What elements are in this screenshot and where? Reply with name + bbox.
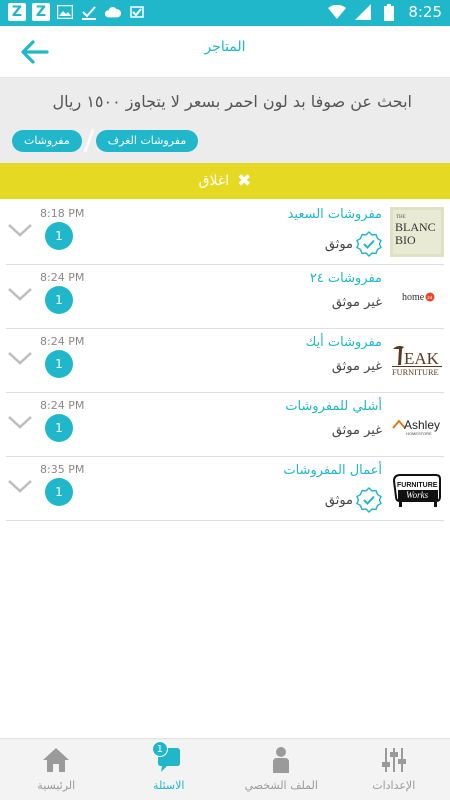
chevron-down-icon[interactable] [8,351,32,365]
status-bar-left-icons: Z Z [8,3,146,21]
store-row[interactable]: 8:35 PM 1 أعمال المفروشات موثق FURNITURE… [6,457,444,521]
svg-text:BLANC: BLANC [395,220,436,234]
tag-chip[interactable]: مفروشات الغرف [95,130,199,152]
store-status: موثق [325,487,382,513]
close-label: اغلاق [198,173,230,189]
store-status: غير موثق [332,359,382,374]
verified-badge-icon [356,231,382,257]
nav-label: الملف الشخصي [244,779,318,792]
image-icon [56,3,74,21]
nav-label: الإعدادات [372,779,416,792]
page-title: المتاجر [204,39,246,55]
store-name[interactable]: مفروشات أيك [306,335,382,350]
status-text: غير موثق [331,423,382,438]
nav-item-questions[interactable]: 1 الاسئلة [113,739,226,800]
store-row[interactable]: 8:24 PM 1 مفروشات ٢٤ غير موثق home 24 [6,265,444,329]
app-bar: المتاجر [0,26,450,78]
chevron-down-icon[interactable] [8,479,32,493]
svg-text:BIO: BIO [395,233,416,247]
store-logo: EAK FURNITURE [390,335,444,385]
message-count-badge: 1 [45,414,73,442]
svg-text:Works: Works [406,490,429,500]
message-time: 8:24 PM [40,335,85,348]
question-panel: ابحث عن صوفا بد لون احمر بسعر لا يتجاوز … [0,78,450,163]
chevron-down-icon[interactable] [8,415,32,429]
svg-text:home: home [402,292,425,303]
cloud-icon [104,3,122,21]
status-bar-right-icons: 8:25 [328,3,442,21]
signal-icon [354,3,372,21]
message-time: 8:24 PM [40,271,85,284]
status-text: غير موثق [331,359,382,374]
wifi-icon [328,3,347,21]
message-count-badge: 1 [45,350,73,378]
store-row[interactable]: 8:18 PM 1 مفروشات السعيد موثق THE BLANC … [6,201,444,265]
chat-icon: 1 [151,741,184,775]
store-name[interactable]: أعمال المفروشات [283,463,382,478]
store-status: غير موثق [332,423,382,438]
svg-text:24: 24 [427,295,433,300]
message-time: 8:18 PM [40,207,85,220]
status-text: غير موثق [331,295,382,310]
bottom-nav: الرئيسية 1 الاسئلة الملف الشخصي الإعدادا… [0,738,450,800]
check-icon [128,3,146,21]
chevron-down-icon[interactable] [8,287,32,301]
svg-text:EAK: EAK [404,349,440,368]
message-time: 8:35 PM [40,463,85,476]
close-icon: ✖ [237,171,252,191]
close-button[interactable]: اغلاق ✖ [0,163,450,199]
check-icon [80,3,98,21]
status-time: 8:25 [408,3,442,21]
question-tags: مفروشات مفروشات الغرف [12,129,199,153]
svg-text:FURNITURE: FURNITURE [392,368,439,377]
z-app-icon: Z [8,3,26,21]
battery-icon [380,3,398,21]
store-status: غير موثق [332,295,382,310]
status-bar: Z Z 8:25 [0,0,450,26]
nav-label: الاسئلة [153,779,185,792]
verified-badge-icon [356,487,382,513]
status-text: موثق [324,492,353,508]
message-count-badge: 1 [45,478,73,506]
question-text: ابحث عن صوفا بد لون احمر بسعر لا يتجاوز … [52,92,412,111]
store-logo: Ashley HOMESTORE [390,399,444,449]
tag-separator [82,129,96,153]
svg-text:Ashley: Ashley [404,418,440,432]
message-count-badge: 1 [45,286,73,314]
message-time: 8:24 PM [40,399,85,412]
store-name[interactable]: أشلي للمفروشات [285,399,382,414]
store-status: موثق [325,231,382,257]
message-count-badge: 1 [45,222,73,250]
store-logo: home 24 [390,271,444,321]
z-app-icon: Z [32,3,50,21]
nav-label: الرئيسية [37,779,76,792]
store-logo: THE BLANC BIO [390,207,444,257]
status-text: موثق [324,236,353,252]
nav-badge: 1 [151,741,168,757]
sliders-icon [381,748,406,772]
store-name[interactable]: مفروشات ٢٤ [310,271,382,286]
nav-item-home[interactable]: الرئيسية [0,739,113,800]
store-row[interactable]: 8:24 PM 1 مفروشات أيك غير موثق EAK FURNI… [6,329,444,393]
tag-chip[interactable]: مفروشات [12,130,82,152]
store-list: 8:18 PM 1 مفروشات السعيد موثق THE BLANC … [6,201,444,521]
store-row[interactable]: 8:24 PM 1 أشلي للمفروشات غير موثق Ashley… [6,393,444,457]
svg-text:HOMESTORE: HOMESTORE [406,431,432,436]
store-name[interactable]: مفروشات السعيد [288,207,382,222]
svg-text:FURNITURE: FURNITURE [397,482,438,489]
nav-item-settings[interactable]: الإعدادات [338,739,450,800]
nav-item-profile[interactable]: الملف الشخصي [225,739,338,800]
chevron-down-icon[interactable] [8,223,32,237]
store-logo: FURNITURE Works [390,463,444,513]
person-icon [273,747,290,773]
home-icon [43,748,70,772]
